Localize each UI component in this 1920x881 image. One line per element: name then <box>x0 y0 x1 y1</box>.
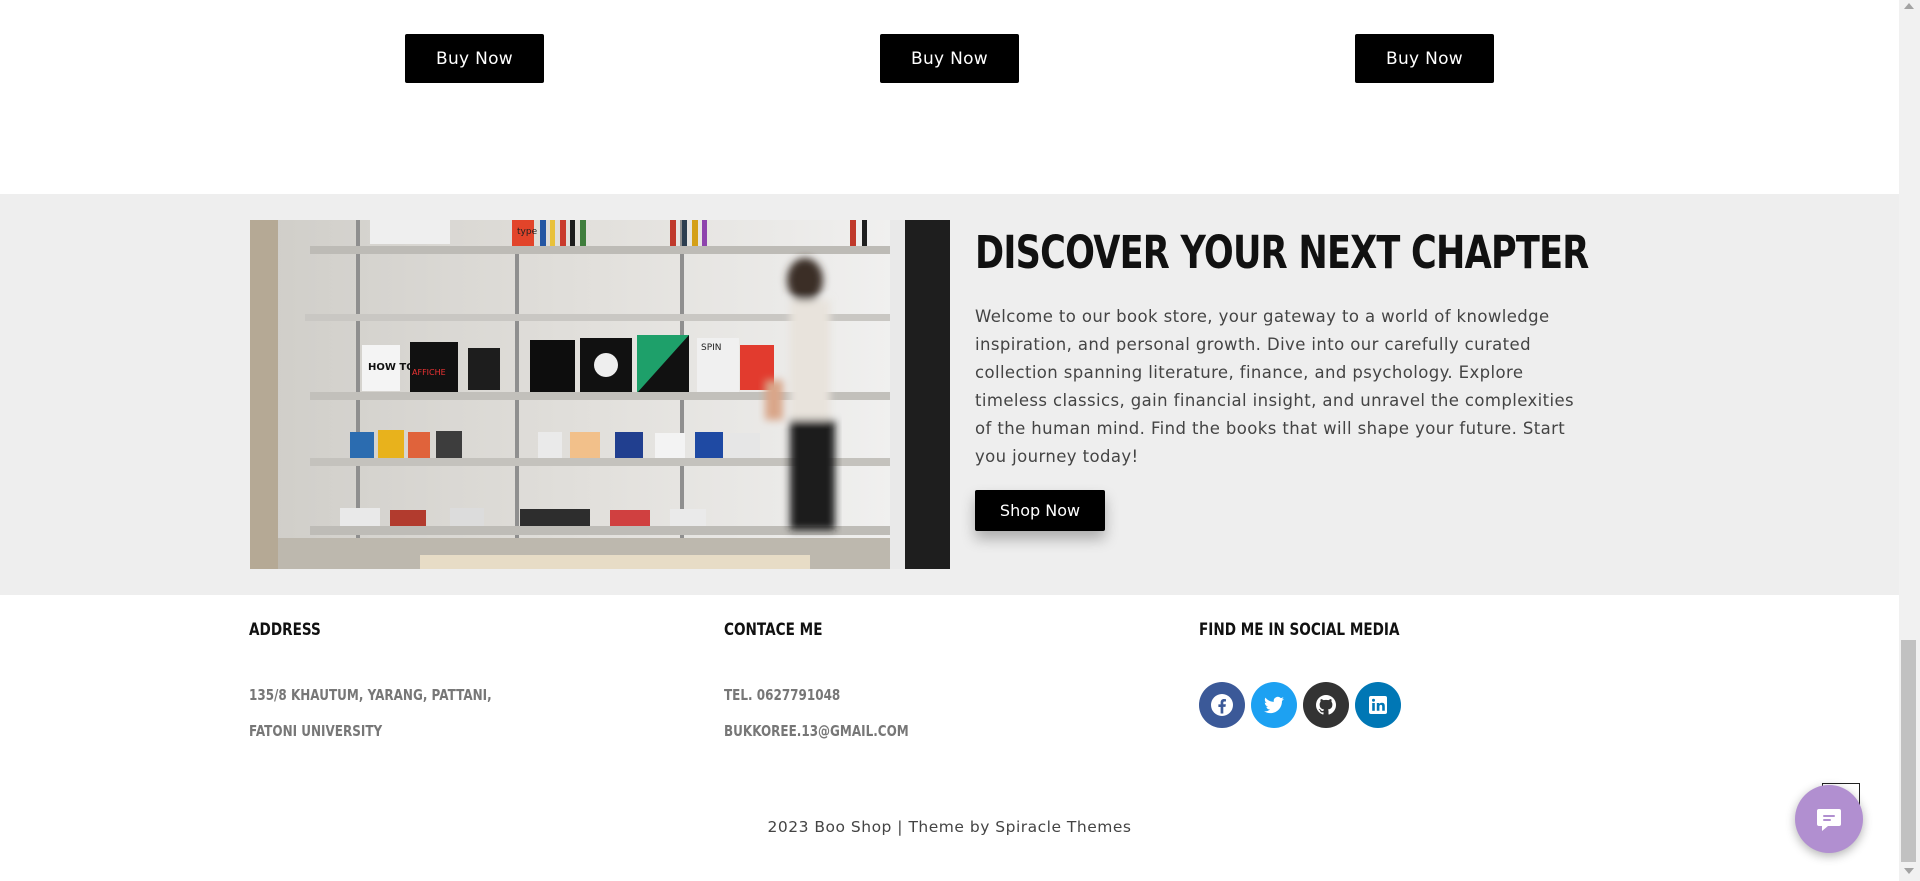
facebook-link[interactable] <box>1199 682 1245 728</box>
contact-phone: TEL. 0627791048 <box>724 686 841 704</box>
address-line-2: FATONI UNIVERSITY <box>249 722 383 740</box>
buy-now-button[interactable]: Buy Now <box>1355 34 1494 83</box>
book-title-affiche: AFFICHE <box>412 368 446 377</box>
github-link[interactable] <box>1303 682 1349 728</box>
footer-address: ADDRESS 135/8 KHAUTUM, YARANG, PATTANI, … <box>249 620 492 740</box>
contact-heading: CONTACE ME <box>724 620 823 640</box>
scrollbar-thumb[interactable] <box>1901 640 1916 862</box>
footer-contact: CONTACE ME TEL. 0627791048 BUKKOREE.13@G… <box>724 620 909 740</box>
book-title-type: type <box>517 227 538 237</box>
vertical-scrollbar[interactable] <box>1899 0 1920 881</box>
github-icon <box>1315 695 1337 715</box>
buy-now-button[interactable]: Buy Now <box>405 34 544 83</box>
scroll-up-arrow-icon[interactable] <box>1904 3 1914 9</box>
address-heading: ADDRESS <box>249 620 321 640</box>
chat-icon <box>1817 809 1841 831</box>
contact-email[interactable]: BUKKOREE.13@GMAIL.COM <box>724 722 909 740</box>
scroll-down-arrow-icon[interactable] <box>1904 868 1914 874</box>
product-buy-row: Buy Now Buy Now Buy Now <box>0 34 1899 84</box>
discover-section: type HOW TO SEE AFFICHE SPIN DISCOVER YO… <box>0 194 1899 595</box>
twitter-link[interactable] <box>1251 682 1297 728</box>
discover-title: DISCOVER YOUR NEXT CHAPTER <box>975 226 1589 279</box>
facebook-icon <box>1211 694 1233 716</box>
address-line-1: 135/8 KHAUTUM, YARANG, PATTANI, <box>249 686 492 704</box>
page: Buy Now Buy Now Buy Now type HOW TO SEE … <box>0 0 1899 881</box>
shop-now-button[interactable]: Shop Now <box>975 490 1105 531</box>
book-title-spin: SPIN <box>701 343 722 353</box>
discover-description: Welcome to our book store, your gateway … <box>975 307 1575 466</box>
buy-now-button[interactable]: Buy Now <box>880 34 1019 83</box>
chat-widget-button[interactable] <box>1795 785 1863 853</box>
linkedin-link[interactable] <box>1355 682 1401 728</box>
twitter-icon <box>1264 696 1284 714</box>
bookshelf-image: type HOW TO SEE AFFICHE SPIN <box>250 220 950 569</box>
copyright-text: 2023 Boo Shop | Theme by Spiracle Themes <box>767 818 1132 836</box>
footer-social: FIND ME IN SOCIAL MEDIA <box>1199 620 1450 640</box>
linkedin-icon <box>1369 696 1387 714</box>
social-heading: FIND ME IN SOCIAL MEDIA <box>1199 620 1400 640</box>
